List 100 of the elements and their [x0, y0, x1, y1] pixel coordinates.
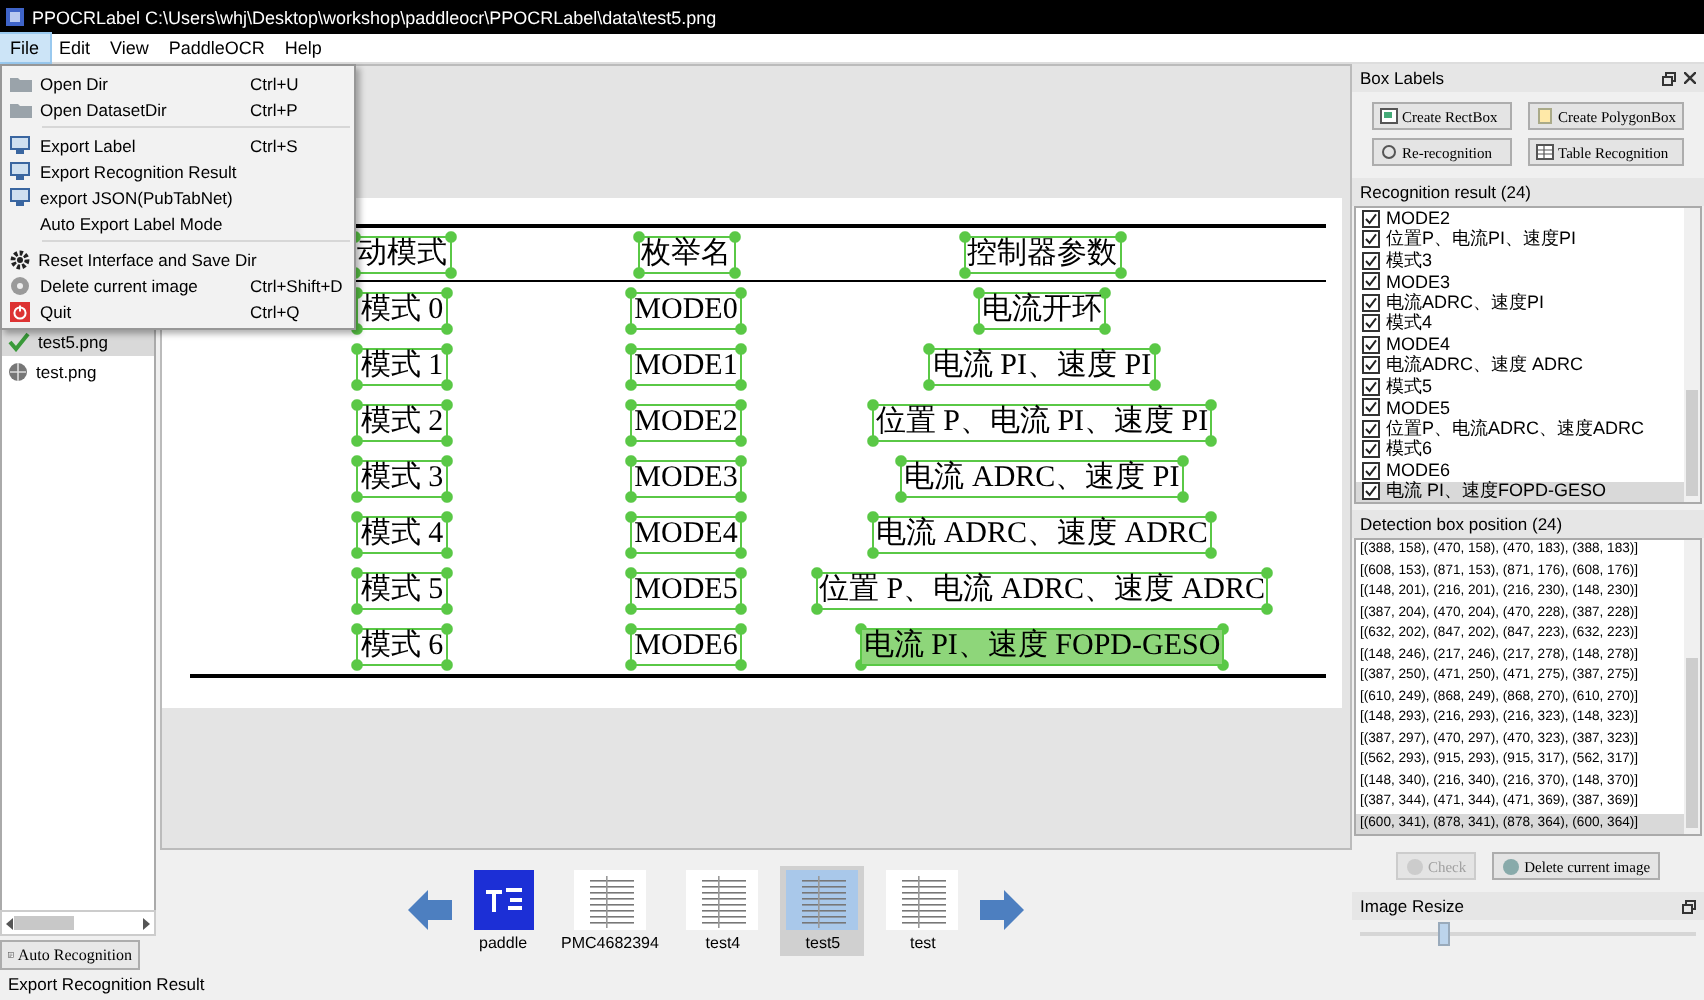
- text-label-box[interactable]: 模式 4: [350, 509, 454, 559]
- rectangle-icon: [1380, 108, 1398, 124]
- document-icon: [1536, 108, 1555, 124]
- text-label-box[interactable]: MODE0: [624, 285, 748, 335]
- menu-item[interactable]: View: [100, 34, 159, 62]
- checkbox[interactable]: [1362, 293, 1380, 312]
- thumbnail-label: test4: [705, 933, 741, 951]
- text-label-box[interactable]: 电流开环: [972, 285, 1112, 335]
- checkbox[interactable]: [1362, 419, 1380, 438]
- text-label-box[interactable]: 模式 2: [350, 397, 454, 447]
- next-arrow-icon[interactable]: [980, 890, 1025, 930]
- text-label-box[interactable]: 位置 P、电流 PI、速度 PI: [865, 397, 1219, 447]
- thumbnail[interactable]: paddle: [467, 865, 540, 955]
- recognition-item[interactable]: 电流ADRC、速度PI: [1356, 292, 1684, 313]
- checkbox[interactable]: [1362, 440, 1380, 459]
- checkbox[interactable]: [1362, 398, 1380, 417]
- slider-thumb[interactable]: [1438, 922, 1450, 946]
- checkbox[interactable]: [1362, 482, 1380, 501]
- float-icon[interactable]: [1682, 899, 1696, 913]
- scrollbar[interactable]: [0, 910, 156, 936]
- thumbnail[interactable]: test4: [680, 865, 765, 955]
- recognition-item[interactable]: MODE4: [1356, 334, 1684, 355]
- checkbox[interactable]: [1362, 356, 1380, 375]
- disc-icon: [10, 275, 30, 295]
- menu-item[interactable]: File: [0, 34, 50, 62]
- thumbnail-label: PMC4682394: [561, 933, 659, 951]
- monitor-icon: [10, 136, 30, 154]
- text-label-box[interactable]: MODE6: [624, 621, 748, 671]
- float-icon[interactable]: [1662, 71, 1676, 85]
- text-label-box[interactable]: 模式 5: [350, 565, 454, 615]
- previous-arrow-icon[interactable]: [407, 890, 452, 930]
- text-label-box[interactable]: MODE5: [624, 565, 748, 615]
- menu-item[interactable]: Edit: [49, 34, 101, 62]
- menu-item[interactable]: Help: [274, 34, 332, 62]
- window-title: PPOCRLabel C:\Users\whj\Desktop\workshop\paddleocr\PPOCRLabel\data\test5.png: [32, 7, 717, 27]
- text-label-box[interactable]: 控制器参数: [957, 229, 1127, 279]
- checkbox[interactable]: [1362, 251, 1380, 270]
- text-label-box[interactable]: MODE1: [624, 341, 748, 391]
- recognition-item[interactable]: 位置P、电流PI、速度PI: [1356, 229, 1684, 250]
- folder-icon: [10, 74, 32, 92]
- menu-option[interactable]: Quit Ctrl+Q: [2, 298, 354, 324]
- menu-option[interactable]: export JSON(PubTabNet): [2, 184, 354, 210]
- resize-slider[interactable]: [1360, 920, 1696, 944]
- recognition-item[interactable]: 模式6: [1356, 439, 1684, 460]
- thumbnail-label: paddle: [479, 933, 528, 951]
- checkbox[interactable]: [1362, 335, 1380, 354]
- scroll-right-icon[interactable]: [142, 917, 150, 929]
- text-label-box[interactable]: 模式 0: [350, 285, 454, 335]
- checkbox[interactable]: [1362, 230, 1380, 249]
- checkbox[interactable]: [1362, 272, 1380, 291]
- text-label-box[interactable]: 位置 P、电流 ADRC、速度 ADRC: [809, 565, 1275, 615]
- recognition-item[interactable]: MODE3: [1356, 271, 1684, 292]
- menu-item[interactable]: PaddleOCR: [158, 34, 275, 62]
- monitor-icon: [10, 188, 30, 206]
- text-label-box[interactable]: MODE3: [624, 453, 748, 503]
- text-label-box[interactable]: 电流 ADRC、速度 ADRC: [866, 509, 1218, 559]
- thumbnail[interactable]: test: [880, 865, 965, 955]
- text-label-box[interactable]: MODE2: [624, 397, 748, 447]
- image-list-item[interactable]: test.png: [2, 356, 154, 386]
- table-icon: [1536, 144, 1555, 160]
- scrollbar[interactable]: [1684, 540, 1700, 834]
- text-label-box[interactable]: 模式 1: [350, 341, 454, 391]
- text-label-box[interactable]: 模式 6: [350, 621, 454, 671]
- menu-option[interactable]: Export Label Ctrl+S: [2, 132, 354, 158]
- checkbox[interactable]: [1362, 461, 1380, 480]
- text-label-box[interactable]: MODE4: [624, 509, 748, 559]
- menu-option[interactable]: Open Dir Ctrl+U: [2, 70, 354, 96]
- recognition-item[interactable]: 模式5: [1356, 376, 1684, 397]
- recognition-item[interactable]: MODE6: [1356, 460, 1684, 481]
- close-icon[interactable]: [1684, 72, 1696, 84]
- refresh-icon: [1380, 144, 1398, 160]
- recognition-item[interactable]: 模式4: [1356, 313, 1684, 334]
- scrollbar[interactable]: [1684, 208, 1700, 502]
- text-label-box[interactable]: 枚举名: [631, 229, 741, 279]
- text-label-box[interactable]: 电流 ADRC、速度 PI: [894, 453, 1190, 503]
- recognition-item[interactable]: MODE5: [1356, 397, 1684, 418]
- power-icon: [10, 301, 30, 321]
- status-text: Export Recognition Result: [6, 972, 207, 998]
- circle-icon: [1502, 857, 1521, 875]
- thumbnail[interactable]: test5: [780, 865, 865, 955]
- thumbnail[interactable]: PMC4682394: [555, 865, 665, 955]
- folder-icon: [10, 100, 32, 118]
- menu-option[interactable]: Export Recognition Result: [2, 158, 354, 184]
- panel-title: Recognition result (24): [1360, 182, 1532, 202]
- recognition-item[interactable]: 模式3: [1356, 250, 1684, 271]
- text-label-box[interactable]: 电流 PI、速度 FOPD-GESO: [853, 621, 1231, 671]
- checkbox[interactable]: [1362, 377, 1380, 396]
- text-label-box[interactable]: 模式 3: [350, 453, 454, 503]
- monitor-icon: [10, 162, 30, 180]
- menu-option[interactable]: Open DatasetDir Ctrl+P: [2, 96, 354, 122]
- auto-recognition-button[interactable]: Auto Recognition: [0, 940, 140, 970]
- thumbnail-label: test: [910, 933, 936, 951]
- recognition-item[interactable]: 位置P、电流ADRC、速度ADRC: [1356, 418, 1684, 439]
- checkbox[interactable]: [1362, 314, 1380, 333]
- checkbox[interactable]: [1362, 209, 1380, 228]
- text-label-box[interactable]: 电流 PI、速度 PI: [922, 341, 1162, 391]
- app-icon: [6, 8, 24, 26]
- recognition-item[interactable]: 电流ADRC、速度 ADRC: [1356, 355, 1684, 376]
- recognition-item[interactable]: 电流 PI、速度FOPD-GESO: [1356, 481, 1684, 502]
- recognition-item[interactable]: MODE2: [1356, 208, 1684, 229]
